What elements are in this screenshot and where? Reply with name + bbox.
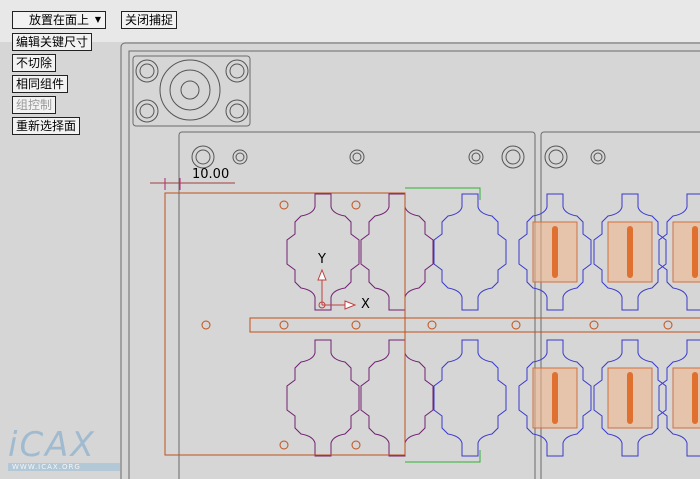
- cavity-outline: [433, 339, 507, 457]
- cavity: [433, 339, 507, 457]
- watermark: iCAX WWW.ICAX.ORG: [8, 428, 120, 471]
- cavity: [433, 193, 507, 311]
- slot: [552, 372, 558, 424]
- bolt-hole-inner: [352, 152, 362, 162]
- axis-y-label: Y: [317, 252, 326, 267]
- slot: [552, 226, 558, 278]
- bolt-hole-inner: [471, 152, 481, 162]
- cavity-outline: [286, 339, 360, 457]
- slot: [627, 372, 633, 424]
- connector-block: [132, 55, 251, 127]
- runner-hole: [351, 320, 361, 330]
- runner-hole: [201, 320, 211, 330]
- chevron-down-icon: ▼: [94, 15, 101, 24]
- bolt-hole-inner: [548, 149, 564, 165]
- bolt-hole: [468, 149, 484, 165]
- slot: [692, 372, 698, 424]
- cavity: [518, 339, 592, 457]
- slot: [692, 226, 698, 278]
- runner-hole: [351, 440, 361, 450]
- bolt-hole-inner: [235, 152, 245, 162]
- runner-hole: [279, 320, 289, 330]
- cavity: [360, 339, 434, 457]
- bolt-hole: [225, 59, 249, 83]
- cavity: [286, 339, 360, 457]
- bolt-hole: [501, 145, 525, 169]
- runner-hole: [279, 200, 289, 210]
- placement-dropdown[interactable]: 放置在面上 ▼: [12, 11, 106, 29]
- cavity: [518, 193, 592, 311]
- bolt-hole-inner: [229, 103, 245, 119]
- edit-key-dims-button[interactable]: 编辑关键尺寸: [12, 33, 93, 51]
- connector-outer: [159, 59, 221, 121]
- cavity: [360, 193, 434, 311]
- cavity: [658, 193, 700, 311]
- bolt-hole: [191, 145, 215, 169]
- bolt-hole-inner: [139, 63, 155, 79]
- cavity-outline: [360, 339, 434, 457]
- bolt-hole: [349, 149, 365, 165]
- bolt-hole-inner: [229, 63, 245, 79]
- watermark-url: WWW.ICAX.ORG: [8, 463, 120, 471]
- cavity-outline: [360, 193, 434, 311]
- slot: [627, 226, 633, 278]
- axis-x-label: X: [361, 297, 370, 312]
- runner-hole: [427, 320, 437, 330]
- bolt-hole: [135, 59, 159, 83]
- placement-dropdown-value: 放置在面上: [28, 13, 89, 27]
- cavity: [593, 193, 667, 311]
- bolt-hole-inner: [195, 149, 211, 165]
- reselect-face-button[interactable]: 重新选择面: [12, 117, 81, 135]
- bolt-hole: [232, 149, 248, 165]
- runner-hole: [279, 440, 289, 450]
- coordinate-axes: [317, 268, 357, 310]
- bolt-hole-inner: [139, 103, 155, 119]
- runner-hole: [511, 320, 521, 330]
- group-control-button[interactable]: 组控制: [12, 96, 57, 114]
- watermark-logo: iCAX: [8, 425, 96, 465]
- bolt-hole-inner: [593, 152, 603, 162]
- bolt-hole: [135, 99, 159, 123]
- bolt-hole: [544, 145, 568, 169]
- runner-hole: [589, 320, 599, 330]
- runner-strip: [249, 317, 700, 333]
- bolt-hole: [225, 99, 249, 123]
- same-component-button[interactable]: 相同组件: [12, 75, 69, 93]
- bolt-hole-inner: [505, 149, 521, 165]
- close-snap-button[interactable]: 关闭捕捉: [121, 11, 178, 29]
- cavity: [658, 339, 700, 457]
- connector-inner: [180, 80, 200, 100]
- insert-plate-left: [178, 131, 536, 479]
- runner-hole: [663, 320, 673, 330]
- connector-mid: [169, 69, 211, 111]
- cavity: [593, 339, 667, 457]
- cavity-outline: [433, 193, 507, 311]
- dimension-label[interactable]: 10.00: [192, 167, 229, 182]
- runner-hole: [351, 200, 361, 210]
- cavities: [286, 193, 700, 457]
- no-cut-button[interactable]: 不切除: [12, 54, 57, 72]
- bolt-hole: [590, 149, 606, 165]
- cad-viewport[interactable]: 10.00 Y X: [0, 0, 700, 479]
